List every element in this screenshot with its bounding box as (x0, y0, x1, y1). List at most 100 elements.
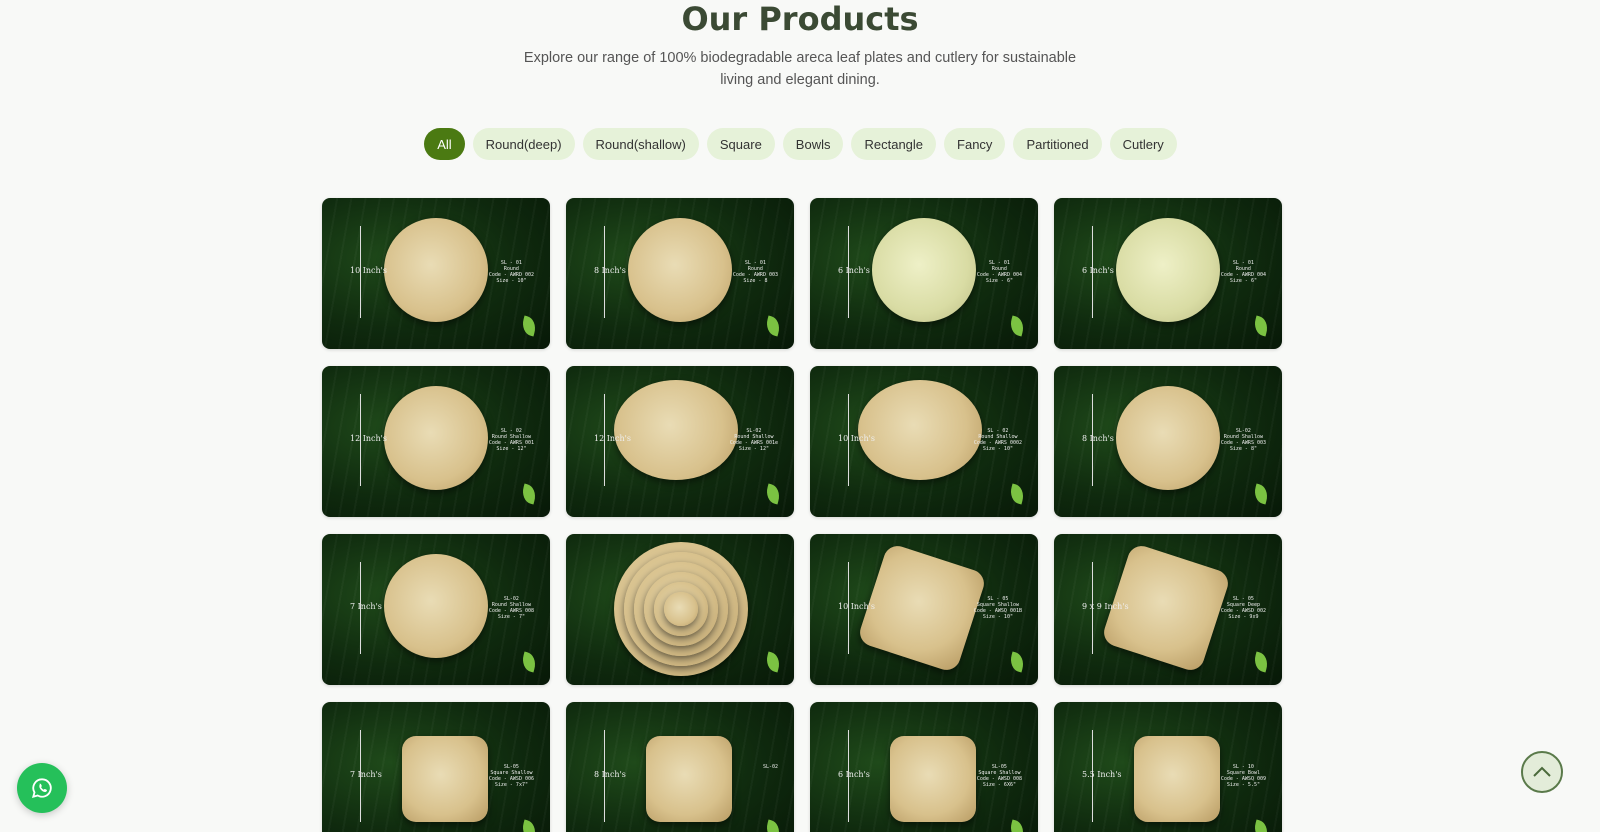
product-info: SL - 10 Square Bowl Code - AWSQ 009 Size - … (1221, 764, 1266, 788)
product-image (402, 736, 488, 822)
product-info: SL-02 Round Shallow Code - AWRS 008 Size - … (489, 596, 534, 620)
section-title: Our Products (681, 0, 919, 38)
product-info-line: Size - 8" (1229, 446, 1257, 452)
filter-bowls[interactable]: Bowls (782, 128, 844, 160)
leaf-icon (519, 483, 539, 505)
product-card[interactable]: 12 Inch's SL-02 Round Shallow Code - AWRS 0… (566, 366, 794, 517)
product-card[interactable]: 6 Inch's SL - 01 Round Code - AWRD 004 Size … (1054, 198, 1282, 349)
product-card[interactable]: 12 Inch's SL - 02 Round Shallow Code - AWRS… (322, 366, 550, 517)
leaf-icon (1007, 819, 1027, 832)
leaf-icon (1251, 315, 1271, 337)
product-card[interactable]: 6 Inch's SL - 01 Round Code - AWRD 004 Size … (810, 198, 1038, 349)
size-label: 10 Inch's (350, 266, 387, 275)
product-image (1116, 218, 1220, 322)
product-info: SL - 01 Round Code - AWRD 004 Size - 6" (1221, 260, 1266, 284)
filter-round-shallow[interactable]: Round(shallow) (582, 128, 699, 160)
product-info: SL-02 Round Shallow Code - AWRS 003 Size - … (1221, 428, 1266, 452)
product-card[interactable]: 8 Inch's SL-02 (566, 702, 794, 832)
product-card[interactable] (566, 534, 794, 685)
leaf-icon (763, 483, 783, 505)
leaf-icon (1007, 651, 1027, 673)
size-label: 12 Inch's (350, 434, 387, 443)
stacked-plate (664, 592, 698, 626)
product-card[interactable]: 8 Inch's SL - 01 Round Code - AWRD 003 Size … (566, 198, 794, 349)
size-label: 6 Inch's (1082, 266, 1114, 275)
size-label: 6 Inch's (838, 770, 870, 779)
whatsapp-icon (31, 778, 52, 799)
product-image (614, 380, 738, 480)
filter-cutlery[interactable]: Cutlery (1109, 128, 1177, 160)
product-info: SL - 01 Round Code - AWRD 002 Size - 10" (489, 260, 534, 284)
product-card[interactable]: 10 Inch's SL - 05 Square Shallow Code - AWS… (810, 534, 1038, 685)
size-label: 6 Inch's (838, 266, 870, 275)
product-card[interactable]: 9 x 9 Inch's SL - 05 Square Deep Code - AWS… (1054, 534, 1282, 685)
product-info-line: Size - 10" (982, 614, 1013, 620)
product-info-line: Size - 6X6" (982, 782, 1016, 788)
leaf-icon (763, 315, 783, 337)
product-image (872, 218, 976, 322)
leaf-icon (519, 651, 539, 673)
size-label: 9 x 9 Inch's (1082, 602, 1129, 611)
category-filters: All Round(deep) Round(shallow) Square Bo… (0, 128, 1600, 160)
product-image (628, 218, 732, 322)
product-card[interactable]: 8 Inch's SL-02 Round Shallow Code - AWRS 00… (1054, 366, 1282, 517)
filter-rectangle[interactable]: Rectangle (851, 128, 937, 160)
size-label: 7 Inch's (350, 602, 382, 611)
product-info-line: Size - 10" (496, 278, 527, 284)
product-info: SL-05 Square Shallow Code - AWSD 006 Size -… (489, 764, 534, 788)
leaf-icon (1251, 651, 1271, 673)
product-info-line: Size - 5.5" (1226, 782, 1260, 788)
product-info: SL - 05 Square Shallow Code - AWSQ 001B Siz… (974, 596, 1022, 620)
product-card[interactable]: 10 Inch's SL - 01 Round Code - AWRD 002 Size… (322, 198, 550, 349)
leaf-icon (1007, 483, 1027, 505)
filter-fancy[interactable]: Fancy (944, 128, 1006, 160)
product-info: SL - 02 Round Shallow Code - AWRS 001 Size … (489, 428, 534, 452)
product-info-line: Size - 12" (738, 446, 769, 452)
size-label: 10 Inch's (838, 434, 875, 443)
product-info: SL-02 Round Shallow Code - AWRS 001e Size -… (730, 428, 778, 452)
size-label: 8 Inch's (594, 770, 626, 779)
product-info-line: Size - 7x7" (494, 782, 528, 788)
filter-square[interactable]: Square (706, 128, 775, 160)
size-label: 8 Inch's (1082, 434, 1114, 443)
leaf-icon (763, 819, 783, 832)
product-image (1134, 736, 1220, 822)
product-card[interactable]: 6 Inch's SL-05 Square Shallow Code - AWSD 0… (810, 702, 1038, 832)
size-label: 12 Inch's (594, 434, 631, 443)
leaf-icon (519, 819, 539, 832)
section-subtitle: Explore our range of 100% biodegradable … (523, 50, 1077, 88)
product-image (858, 380, 982, 480)
leaf-icon (1251, 483, 1271, 505)
product-image (1116, 386, 1220, 490)
whatsapp-button[interactable] (17, 763, 67, 813)
product-card[interactable]: 5.5 Inch's SL - 10 Square Bowl Code - AWSQ … (1054, 702, 1282, 832)
product-card[interactable]: 7 Inch's SL-02 Round Shallow Code - AWRS 00… (322, 534, 550, 685)
size-label: 5.5 Inch's (1082, 770, 1122, 779)
product-info: SL-02 (763, 764, 778, 770)
filter-round-deep[interactable]: Round(deep) (472, 128, 575, 160)
product-info-line: Size - 7" (497, 614, 525, 620)
size-label: 10 Inch's (838, 602, 875, 611)
product-info: SL - 01 Round Code - AWRD 003 Size - 8 (733, 260, 778, 284)
filter-partitioned[interactable]: Partitioned (1013, 128, 1102, 160)
product-card[interactable]: 7 Inch's SL-05 Square Shallow Code - AWSD 0… (322, 702, 550, 832)
size-label: 8 Inch's (594, 266, 626, 275)
leaf-icon (1251, 819, 1271, 832)
product-image (646, 736, 732, 822)
scroll-top-button[interactable] (1521, 751, 1563, 793)
size-label: 7 Inch's (350, 770, 382, 779)
product-card[interactable]: 10 Inch's SL - 02 Round Shallow Code - AWRS… (810, 366, 1038, 517)
product-info: SL-05 Square Shallow Code - AWSD 008 Size -… (977, 764, 1022, 788)
product-info-line: Size - 10" (982, 446, 1013, 452)
product-info-line: Size - 6" (1229, 278, 1257, 284)
leaf-icon (1007, 315, 1027, 337)
product-image (856, 542, 988, 674)
product-info: SL - 02 Round Shallow Code - AWRS 0002 Size… (974, 428, 1022, 452)
product-image (384, 386, 488, 490)
product-image (890, 736, 976, 822)
product-info-line: Size - 12" (496, 446, 527, 452)
product-grid: 10 Inch's SL - 01 Round Code - AWRD 002 Size… (322, 198, 1282, 832)
leaf-icon (519, 315, 539, 337)
filter-all[interactable]: All (424, 128, 465, 160)
product-info: SL - 05 Square Deep Code - AWSD 002 Size - … (1221, 596, 1266, 620)
